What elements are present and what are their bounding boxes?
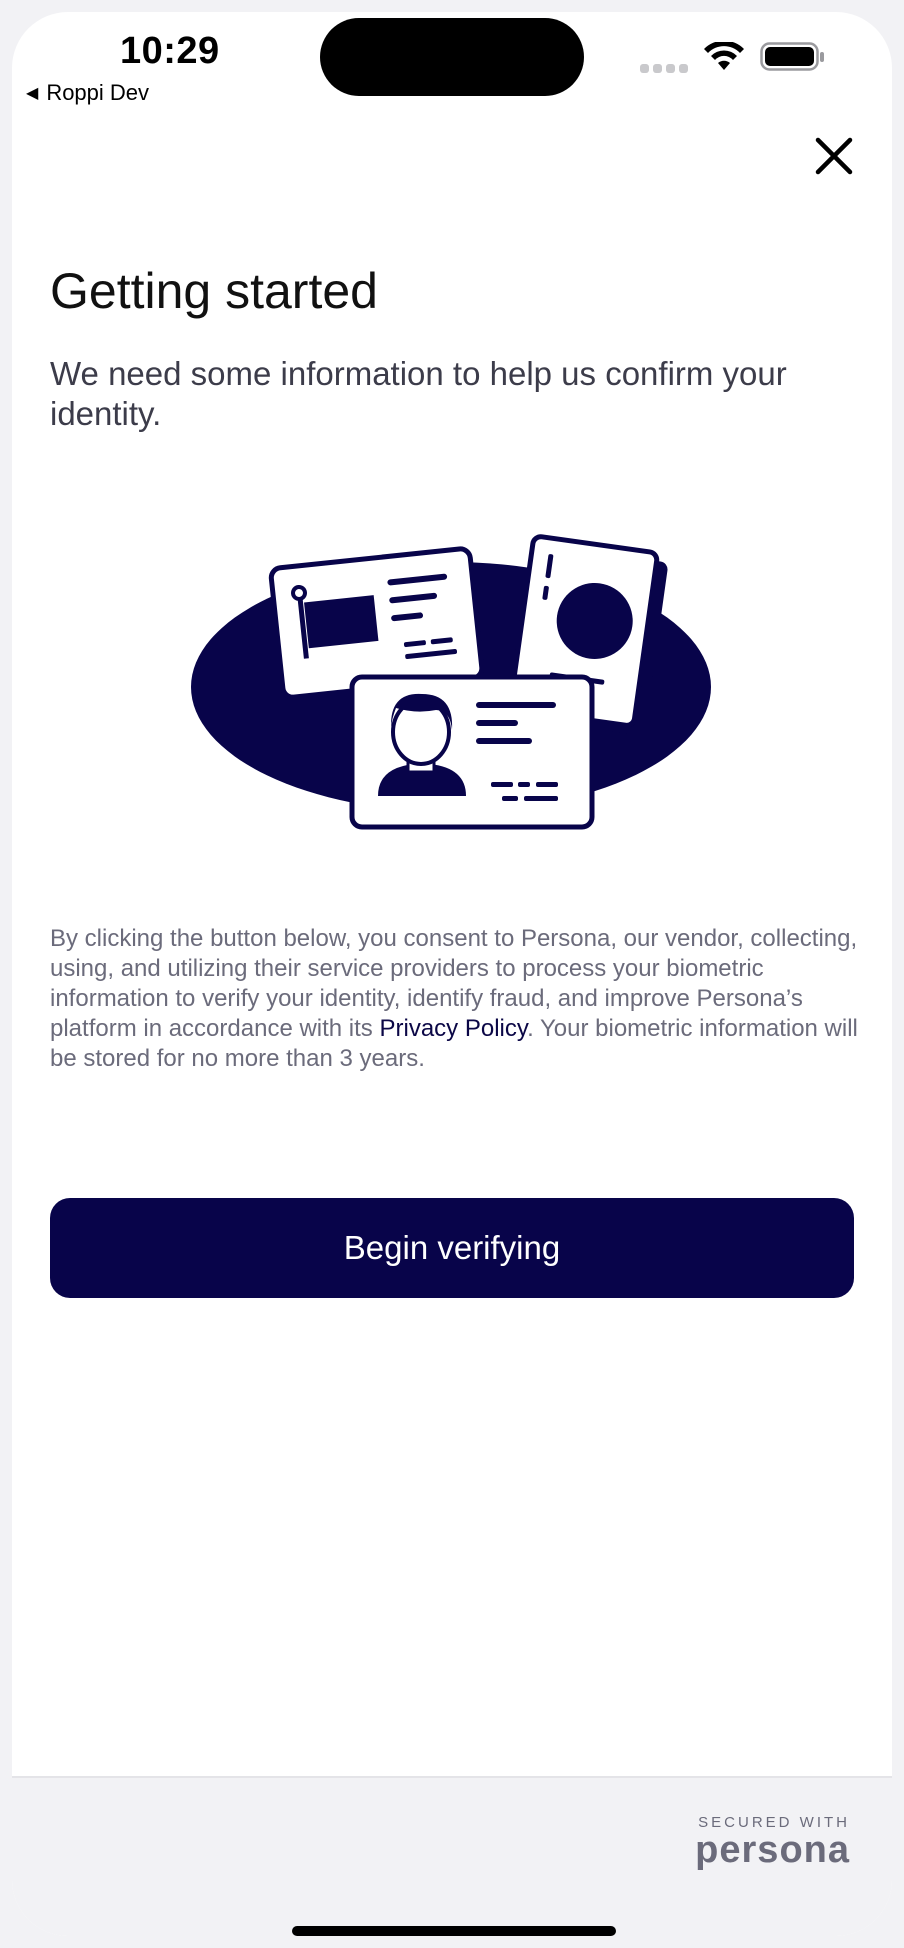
footer: SECURED WITH persona [12,1776,892,1936]
persona-brand: persona [695,1829,850,1871]
consent-text: By clicking the button below, you consen… [50,924,860,1074]
page-title: Getting started [50,263,378,319]
wifi-icon [704,42,744,70]
status-time: 10:29 [120,30,220,72]
back-triangle-icon: ◀ [26,85,39,102]
home-indicator[interactable] [292,1926,616,1936]
dynamic-island [320,18,584,96]
phone-frame: 10:29 ◀ Roppi Dev Getting started We nee… [0,0,904,1948]
close-icon [815,137,853,175]
begin-verifying-button[interactable]: Begin verifying [50,1198,854,1298]
cellular-signal-icon [640,64,688,73]
back-app-label: Roppi Dev [46,80,150,105]
close-button[interactable] [812,134,856,178]
privacy-policy-link[interactable]: Privacy Policy [379,1015,527,1042]
id-cards-illustration [191,534,711,830]
secured-with-persona-logo: SECURED WITH persona [695,1814,850,1872]
back-to-app-link[interactable]: ◀ Roppi Dev [26,80,149,106]
page-subtitle: We need some information to help us conf… [50,355,787,432]
battery-icon [760,42,824,71]
screen: 10:29 ◀ Roppi Dev Getting started We nee… [12,12,892,1936]
